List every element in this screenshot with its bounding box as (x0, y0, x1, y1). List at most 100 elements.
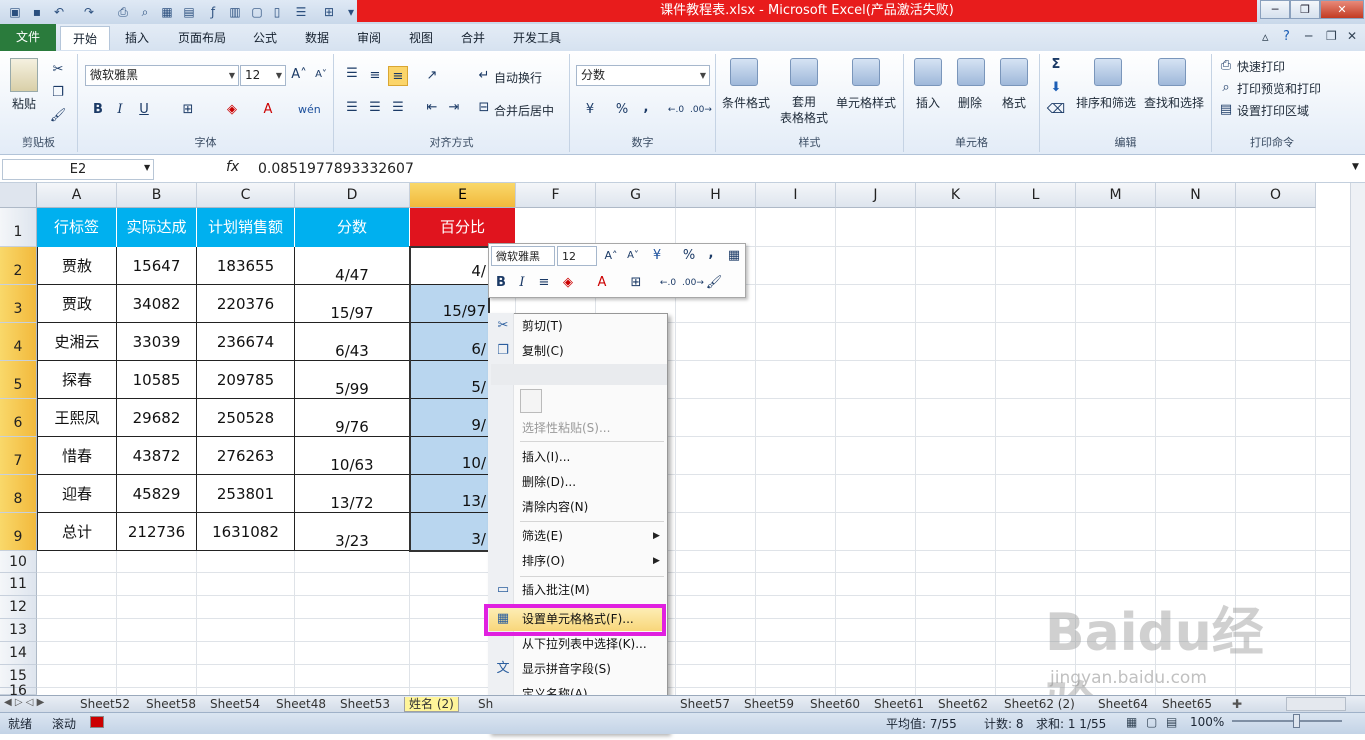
mini-inc-decimal-icon[interactable]: ←.0 (658, 273, 678, 293)
borders-icon[interactable]: ⊞ (320, 3, 338, 21)
table-cell[interactable]: 6/43 (295, 323, 410, 361)
decrease-indent-icon[interactable]: ⇤ (422, 98, 442, 118)
paste-option-icon[interactable] (520, 389, 542, 413)
find-select-icon[interactable] (1158, 58, 1186, 86)
number-format-combo[interactable]: 分数 ▼ (576, 65, 710, 86)
column-header-j[interactable]: J (836, 183, 916, 208)
sheet-tab[interactable]: 姓名 (2) (404, 697, 459, 712)
format-as-table-button[interactable]: 套用 表格格式 (774, 94, 834, 126)
fill-color-icon[interactable]: ◈ (222, 100, 242, 120)
table-cell[interactable]: 33039 (117, 323, 197, 361)
table-cell[interactable]: 183655 (197, 247, 295, 285)
tab-file[interactable]: 文件 (0, 24, 56, 51)
vertical-scrollbar[interactable] (1350, 183, 1365, 695)
header-cell-3[interactable]: 分数 (295, 208, 410, 247)
header-cell-0[interactable]: 行标签 (37, 208, 117, 247)
mini-size-combo[interactable]: 12 (557, 246, 597, 266)
wrap-text-button[interactable]: 自动换行 (494, 69, 542, 86)
column-header-i[interactable]: I (756, 183, 836, 208)
table-cell[interactable]: 总计 (37, 513, 117, 551)
mini-format-icon[interactable]: ▦ (724, 246, 744, 266)
column-header-f[interactable]: F (516, 183, 596, 208)
underline-button[interactable]: U (134, 100, 154, 120)
row-header-9[interactable]: 9 (0, 513, 37, 551)
context-menu-item[interactable]: 筛选(E) (522, 525, 563, 547)
sheet-tab[interactable]: Sheet57 (680, 697, 730, 712)
mini-format-painter-icon[interactable]: 🖌 (704, 273, 724, 293)
context-menu-item[interactable]: 剪切(T) (522, 315, 563, 337)
sheet-tab[interactable]: Sheet62 (938, 697, 988, 712)
table-cell[interactable]: 34082 (117, 285, 197, 323)
column-header-o[interactable]: O (1236, 183, 1316, 208)
merge-icon[interactable]: ⊟ (474, 98, 494, 118)
tab-formulas[interactable]: 公式 (244, 26, 286, 50)
print-area-icon[interactable]: ▤ (1216, 100, 1236, 120)
row-header-4[interactable]: 4 (0, 323, 37, 361)
table-cell[interactable]: 5/99 (295, 361, 410, 399)
context-menu-item[interactable]: 从下拉列表中选择(K)... (522, 633, 647, 655)
row-header-6[interactable]: 6 (0, 399, 37, 437)
quick-print-icon[interactable]: ⎙ (1216, 56, 1236, 76)
view-normal-icon[interactable]: ▦ (1126, 715, 1137, 729)
format-painter-icon[interactable]: 🖌 (48, 106, 68, 126)
sheet-nav-icons[interactable]: ◀ ▷ ◁ ▶ (4, 697, 44, 708)
sheet-tab[interactable]: Sheet53 (340, 697, 390, 712)
form-icon[interactable]: ▤ (180, 3, 198, 21)
table-cell[interactable]: 贾赦 (37, 247, 117, 285)
table-cell[interactable]: 迎春 (37, 475, 117, 513)
tab-view[interactable]: 视图 (400, 26, 442, 50)
delete-cells-button[interactable]: 删除 (958, 94, 982, 111)
mini-shrink-font-icon[interactable]: A˅ (623, 246, 643, 266)
table-cell[interactable]: 贾政 (37, 285, 117, 323)
comma-button[interactable]: , (636, 98, 656, 118)
table-cell[interactable]: 15/97 (295, 285, 410, 323)
column-header-d[interactable]: D (295, 183, 410, 208)
fill-icon[interactable]: ⬇ (1046, 78, 1066, 98)
quick-print-button[interactable]: 快速打印 (1237, 58, 1285, 75)
table-cell[interactable]: 惜春 (37, 437, 117, 475)
cell-styles-button[interactable]: 单元格样式 (836, 94, 896, 111)
sort-filter-icon[interactable] (1094, 58, 1122, 86)
context-menu-item[interactable]: 选择性粘贴(S)... (522, 417, 610, 439)
sheet-tab[interactable]: Sheet52 (80, 697, 130, 712)
header-cell-2[interactable]: 计划销售额 (197, 208, 295, 247)
column-header-e[interactable]: E (410, 183, 516, 208)
mini-currency-icon[interactable]: ¥ (647, 246, 667, 266)
merge-center-button[interactable]: 合并后居中 (494, 102, 554, 119)
mini-grow-font-icon[interactable]: A˄ (601, 246, 621, 266)
table-cell[interactable]: 4/47 (295, 247, 410, 285)
column-header-l[interactable]: L (996, 183, 1076, 208)
italic-button[interactable]: I (110, 100, 130, 120)
column-header-c[interactable]: C (197, 183, 295, 208)
doc-restore-icon[interactable]: ❐ (1326, 29, 1337, 43)
sheet-tab[interactable]: Sheet60 (810, 697, 860, 712)
chart-icon[interactable]: ▥ (226, 3, 244, 21)
mini-bold-button[interactable]: B (491, 273, 511, 293)
row-header-1[interactable]: 1 (0, 208, 37, 247)
align-right-icon[interactable]: ☰ (388, 98, 408, 118)
sheet-tab[interactable]: Sheet65 (1162, 697, 1212, 712)
context-menu-item[interactable]: 插入批注(M) (522, 579, 590, 601)
table-cell[interactable]: 王熙凤 (37, 399, 117, 437)
sheet-tab[interactable]: Sheet61 (874, 697, 924, 712)
tab-insert[interactable]: 插入 (114, 26, 160, 50)
table-cell[interactable]: 209785 (197, 361, 295, 399)
sheet-tab[interactable]: Sh (478, 697, 493, 712)
column-header-m[interactable]: M (1076, 183, 1156, 208)
view-layout-icon[interactable]: ▢ (1146, 715, 1157, 729)
restore-button[interactable]: ❐ (1290, 0, 1320, 19)
mini-align-icon[interactable]: ≡ (534, 273, 554, 293)
align-middle-icon[interactable]: ≡ (365, 66, 385, 86)
context-menu-item[interactable]: 插入(I)... (522, 446, 570, 468)
mini-comma-button[interactable]: , (701, 244, 721, 264)
table-cell[interactable]: 220376 (197, 285, 295, 323)
align-bottom-icon[interactable]: ≡ (388, 66, 408, 86)
page-icon[interactable]: ▢ (248, 3, 266, 21)
row-header-10[interactable]: 10 (0, 551, 37, 573)
mini-font-color-icon[interactable]: A (592, 273, 612, 293)
format-cells-icon[interactable] (1000, 58, 1028, 86)
zoom-level[interactable]: 100% (1190, 715, 1224, 729)
doc-minimize-icon[interactable]: ─ (1305, 29, 1312, 43)
tab-merge[interactable]: 合并 (452, 26, 494, 50)
row-header-14[interactable]: 14 (0, 642, 37, 665)
